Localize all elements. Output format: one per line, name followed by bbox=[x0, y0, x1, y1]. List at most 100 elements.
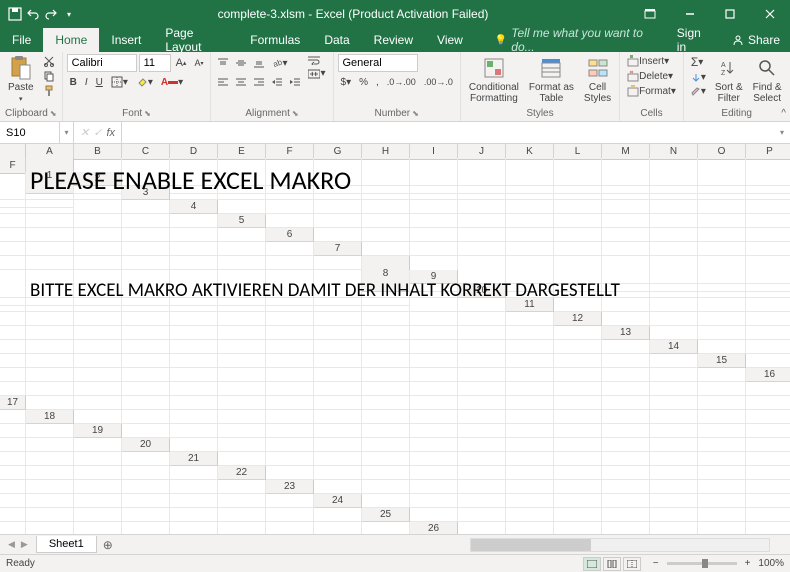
cell[interactable] bbox=[26, 368, 74, 382]
cell[interactable] bbox=[506, 186, 554, 200]
cell[interactable] bbox=[746, 340, 790, 354]
increase-decimal-button[interactable]: .0→.00 bbox=[384, 76, 419, 88]
cell[interactable] bbox=[458, 214, 506, 228]
cell[interactable] bbox=[362, 396, 410, 410]
cell[interactable] bbox=[170, 298, 218, 312]
cell[interactable] bbox=[266, 340, 314, 354]
cell[interactable] bbox=[122, 326, 170, 340]
cell[interactable] bbox=[506, 354, 554, 368]
number-launcher-icon[interactable]: ⬊ bbox=[412, 109, 419, 118]
wrap-text-button[interactable] bbox=[305, 54, 328, 66]
cell[interactable] bbox=[0, 494, 26, 508]
name-box[interactable]: S10 bbox=[0, 122, 60, 143]
cell[interactable] bbox=[410, 172, 458, 186]
number-format-select[interactable] bbox=[338, 54, 418, 72]
cell[interactable] bbox=[698, 522, 746, 534]
cell[interactable] bbox=[698, 508, 746, 522]
cell[interactable] bbox=[266, 354, 314, 368]
cell[interactable] bbox=[650, 172, 698, 186]
cell[interactable] bbox=[602, 494, 650, 508]
cell[interactable] bbox=[74, 522, 122, 534]
cell[interactable] bbox=[650, 186, 698, 200]
cell[interactable] bbox=[74, 438, 122, 452]
cell[interactable] bbox=[746, 424, 790, 438]
cell[interactable] bbox=[218, 424, 266, 438]
row-header[interactable]: 17 bbox=[0, 396, 26, 410]
cell[interactable] bbox=[266, 214, 314, 228]
row-header[interactable]: 25 bbox=[362, 508, 410, 522]
cell[interactable] bbox=[0, 410, 26, 424]
cell[interactable] bbox=[218, 410, 266, 424]
cell[interactable] bbox=[410, 480, 458, 494]
cell[interactable] bbox=[746, 284, 790, 298]
cell[interactable] bbox=[602, 340, 650, 354]
cell[interactable] bbox=[122, 214, 170, 228]
cell[interactable] bbox=[458, 522, 506, 534]
add-sheet-button[interactable]: ⊕ bbox=[97, 538, 119, 552]
share-button[interactable]: Share bbox=[722, 28, 790, 52]
cell[interactable] bbox=[602, 410, 650, 424]
cell[interactable] bbox=[458, 466, 506, 480]
cell[interactable] bbox=[602, 438, 650, 452]
cell[interactable] bbox=[218, 200, 266, 214]
cell[interactable] bbox=[554, 396, 602, 410]
row-header[interactable]: 10 bbox=[458, 284, 506, 298]
cell[interactable] bbox=[122, 256, 170, 270]
cell[interactable] bbox=[698, 326, 746, 340]
row-header[interactable]: 24 bbox=[314, 494, 362, 508]
cell[interactable] bbox=[122, 368, 170, 382]
cell[interactable] bbox=[554, 424, 602, 438]
cell[interactable] bbox=[746, 382, 790, 396]
cell[interactable] bbox=[170, 326, 218, 340]
cell[interactable] bbox=[458, 228, 506, 242]
cell[interactable] bbox=[0, 298, 26, 312]
cell[interactable] bbox=[554, 172, 602, 186]
cell[interactable] bbox=[554, 326, 602, 340]
row-header[interactable]: 15 bbox=[698, 354, 746, 368]
cell[interactable] bbox=[122, 466, 170, 480]
cell[interactable] bbox=[554, 270, 602, 284]
cell[interactable] bbox=[506, 382, 554, 396]
cell[interactable] bbox=[506, 368, 554, 382]
alignment-launcher-icon[interactable]: ⬊ bbox=[292, 109, 299, 118]
cell[interactable] bbox=[650, 298, 698, 312]
cell[interactable] bbox=[314, 340, 362, 354]
autosum-button[interactable]: Σ ▾ bbox=[688, 54, 709, 70]
row-header[interactable]: 11 bbox=[506, 298, 554, 312]
cell[interactable] bbox=[602, 228, 650, 242]
cell[interactable] bbox=[170, 438, 218, 452]
cell[interactable] bbox=[218, 508, 266, 522]
cell[interactable] bbox=[362, 172, 410, 186]
cell[interactable] bbox=[122, 396, 170, 410]
cell[interactable] bbox=[650, 214, 698, 228]
cell[interactable] bbox=[602, 214, 650, 228]
cell[interactable] bbox=[698, 410, 746, 424]
merge-center-button[interactable]: ▾ bbox=[305, 67, 328, 80]
cell[interactable] bbox=[170, 354, 218, 368]
cell[interactable] bbox=[458, 424, 506, 438]
increase-font-button[interactable]: A▴ bbox=[173, 56, 190, 70]
cell[interactable] bbox=[74, 410, 122, 424]
cell[interactable] bbox=[266, 312, 314, 326]
cell[interactable] bbox=[218, 284, 266, 298]
format-as-table-button[interactable]: Format as Table bbox=[525, 54, 578, 106]
cell[interactable] bbox=[26, 340, 74, 354]
cell[interactable] bbox=[746, 214, 790, 228]
cell[interactable] bbox=[122, 480, 170, 494]
cell[interactable] bbox=[122, 228, 170, 242]
row-header[interactable]: 13 bbox=[602, 326, 650, 340]
cell[interactable] bbox=[170, 466, 218, 480]
cell[interactable] bbox=[266, 326, 314, 340]
cell[interactable] bbox=[650, 368, 698, 382]
cell[interactable] bbox=[26, 494, 74, 508]
cell[interactable] bbox=[410, 410, 458, 424]
cell[interactable] bbox=[698, 200, 746, 214]
cell[interactable] bbox=[122, 522, 170, 534]
align-top-button[interactable] bbox=[215, 57, 231, 69]
cell[interactable] bbox=[26, 396, 74, 410]
cell[interactable] bbox=[74, 494, 122, 508]
cell[interactable] bbox=[554, 242, 602, 256]
cell[interactable] bbox=[0, 284, 26, 298]
cell[interactable] bbox=[554, 340, 602, 354]
cell[interactable] bbox=[170, 256, 218, 270]
